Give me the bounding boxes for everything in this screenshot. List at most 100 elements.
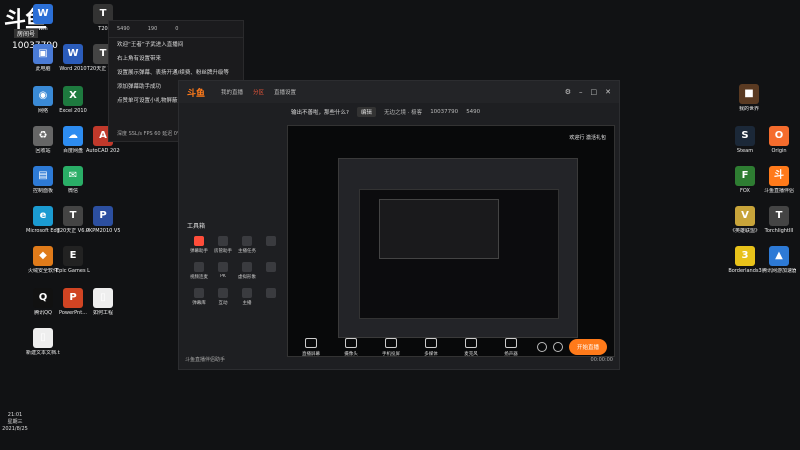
tool-label: 主播 [242,301,252,306]
tool-icon [218,288,228,298]
desktop-shortcut[interactable]: W Word 2010 [56,44,90,72]
tab-stream-settings[interactable]: 直播设置 [274,88,296,96]
start-stream-button[interactable]: 开始直播 [568,339,607,355]
desktop-shortcut-label: 如何工程 [92,310,113,316]
desktop-shortcut-label: 新建文本文档.txt [26,350,60,356]
desktop-shortcut-label: Word 2010 [59,66,87,72]
tool-icon [242,288,252,298]
desktop-shortcut-label: T20天正 V6.0 [56,228,90,234]
chat-message: 设置展示弹幕、表扬开通/续费、粉丝牌升级等 [117,70,229,76]
powerpoint-icon: P [63,288,83,308]
library-tool[interactable]: 弹幕库 [187,288,211,306]
danmu-tool[interactable]: 弹幕助手 [187,236,211,254]
desktop-shortcut[interactable]: 斗斗鱼直播伴侣 [762,166,796,194]
tool-icon [218,262,228,272]
tool-icon [266,236,276,246]
anchor-tool[interactable]: 主播 [235,288,259,306]
source-icon [305,337,317,348]
desktop-shortcut-label: Epic Games Launcher [56,268,90,274]
taskbar-clock[interactable]: 21:01 星期三 2021/8/25 [0,412,30,433]
qq-icon: Q [33,288,53,308]
more2-tool[interactable] [259,262,283,280]
manager-tool[interactable]: 房管助手 [211,236,235,254]
tab-my-stream[interactable]: 我的直播 [221,88,243,96]
window-controls: ⚙ – □ ✕ [565,88,611,96]
desktop-shortcut-label: 火绒安全软件 [27,268,58,274]
desktop-shortcut[interactable]: ☁ 百度网盘 [56,126,90,154]
desktop-shortcut[interactable]: E Epic Games Launcher [56,246,90,274]
screen-source-button[interactable]: 直播屏幕 [295,337,327,357]
clock-day: 星期三 [7,419,23,425]
huorong-icon: ◆ [33,246,53,266]
task-tool[interactable]: 主播任务 [235,236,259,254]
desktop-shortcut[interactable]: ▣ 此电脑 [26,44,60,72]
interact-tool[interactable]: 互动 [211,288,235,306]
mic-button[interactable]: 麦克风 [455,337,487,357]
media-button[interactable]: 多媒体 [415,337,447,357]
tool-icon [218,236,228,246]
desktop-shortcut[interactable]: P PKPM2010 V52 [86,206,120,234]
desktop-shortcut-label: 腾讯网游加速器 [762,268,796,274]
stream-timer: 00:00:00 [590,357,613,363]
desktop-shortcut-label: 《英雄联盟》 [729,228,760,234]
camera-button[interactable]: 摄像头 [335,337,367,357]
stat-fans: 190 [147,26,158,32]
edit-title-button[interactable]: 编辑 [356,107,376,117]
video-link-tool[interactable]: 视频连麦 [187,262,211,280]
source-label: 扬声器 [504,351,518,357]
desktop-shortcut[interactable]: T TorchlightIII [762,206,796,234]
minecraft-icon: ■ [739,84,759,104]
app-titlebar: 斗鱼 我的直播 分区 直播设置 ⚙ – □ ✕ [179,81,619,103]
text-file-icon: ▯ [33,328,53,348]
desktop-shortcut-label: PowerPnt... [59,310,87,316]
desktop-shortcut[interactable]: S Steam [728,126,762,154]
desktop-shortcut-label: Steam [736,148,754,154]
close-icon[interactable]: ✕ [605,88,611,96]
gear-icon[interactable]: ⚙ [565,88,571,96]
more3-tool[interactable] [259,288,283,306]
desktop-shortcut[interactable]: V 《英雄联盟》 [728,206,762,234]
minimize-icon[interactable]: – [579,88,583,96]
desktop-shortcut[interactable]: ◉ 网络 [26,86,60,114]
desktop-shortcut-label: 百度网盘 [62,148,83,154]
avatar-tool[interactable]: 虚拟形象 [235,262,259,280]
desktop-shortcut[interactable]: ▯ 如何工程 [86,288,120,316]
desktop-shortcut[interactable]: T T20天正 V6.0 [56,206,90,234]
desktop-shortcut[interactable]: O Origin [762,126,796,154]
stream-title: 输出不善啦，那些什么? [291,110,349,116]
desktop-shortcut-label: 网络 [37,108,48,114]
wechat-icon: ✉ [63,166,83,186]
desktop-shortcut[interactable]: 3 Borderlands3 [728,246,762,274]
desktop-shortcut[interactable]: ▯ 新建文本文档.txt [26,328,60,356]
more-tool[interactable] [259,236,283,254]
desktop-shortcut-label: Borderlands3 [728,268,762,274]
desktop-shortcut-label: 腾讯QQ [34,310,52,316]
source-icon [465,337,477,348]
tencent-accel-icon: ▲ [769,246,789,266]
desktop-shortcut-label: FOX [740,188,750,194]
pk-tool[interactable]: PK [211,262,235,280]
desktop-shortcut[interactable]: Q 腾讯QQ [26,288,60,316]
desktop-shortcut[interactable]: F FOX [728,166,762,194]
desktop-shortcut[interactable]: X Excel 2010 [56,86,90,114]
maximize-icon[interactable]: □ [591,88,598,96]
desktop-shortcut[interactable]: ◆ 火绒安全软件 [26,246,60,274]
stream-preview[interactable]: 欢迎行 激活礼包 [287,125,615,357]
desktop-shortcut[interactable]: W Win [26,4,60,32]
desktop-shortcut[interactable]: ▲ 腾讯网游加速器 [762,246,796,274]
stream-room: 10037790 [430,109,459,115]
desktop-shortcut[interactable]: ■ 我的世界 [732,84,766,112]
desktop-shortcut[interactable]: e Microsoft Edge [26,206,60,234]
settings-icon[interactable] [536,342,547,352]
desktop-shortcut[interactable]: P PowerPnt... [56,288,90,316]
tool-label: 弹幕库 [192,301,206,306]
eye-icon[interactable] [552,342,563,352]
speaker-button[interactable]: 扬声器 [495,337,527,357]
nested-window [379,199,499,259]
tab-category[interactable]: 分区 [253,88,264,96]
desktop-shortcut[interactable]: ♻ 回收站 [26,126,60,154]
phone-cast-button[interactable]: 手机投屏 [375,337,407,357]
toolbox-title: 工具箱 [187,223,206,230]
desktop-shortcut[interactable]: ▤ 控制面板 [26,166,60,194]
desktop-shortcut[interactable]: ✉ 微信 [56,166,90,194]
